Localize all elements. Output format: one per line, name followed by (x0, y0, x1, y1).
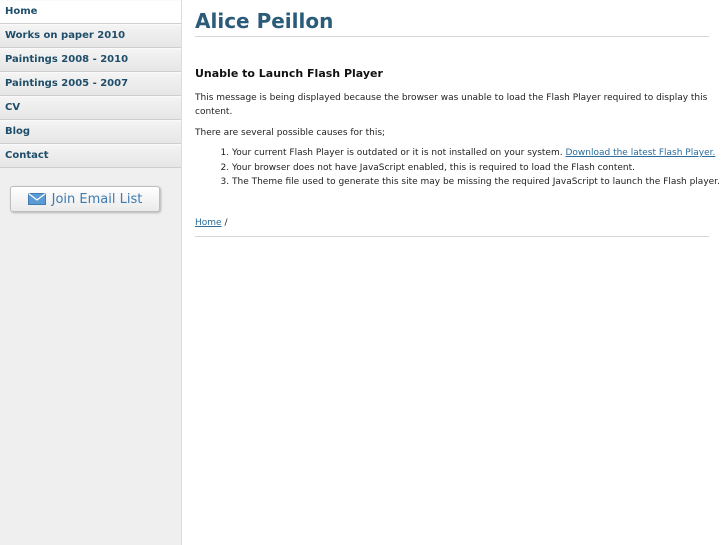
sidebar: Home Works on paper 2010 Paintings 2008 … (0, 0, 182, 545)
envelope-icon (27, 193, 46, 205)
download-flash-link[interactable]: Download the latest Flash Player. (565, 148, 715, 158)
causes-intro: There are several possible causes for th… (195, 128, 386, 138)
nav-item-home[interactable]: Home (0, 0, 181, 24)
cause-text: Your browser does not have JavaScript en… (232, 162, 636, 173)
join-email-list-label: Join Email List (51, 191, 143, 207)
page-title: Alice Peillon (195, 0, 709, 37)
nav-item-paintings-2005-2007[interactable]: Paintings 2005 - 2007 (0, 72, 181, 96)
cause-text: Your current Flash Player is outdated or… (232, 148, 566, 158)
breadcrumb: Home / (195, 218, 709, 237)
main-content: Alice Peillon Unable to Launch Flash Pla… (195, 0, 720, 237)
list-item: Your browser does not have JavaScript en… (232, 161, 709, 176)
list-item: The Theme file used to generate this sit… (232, 175, 720, 190)
breadcrumb-separator: / (221, 217, 228, 228)
join-email-list-button[interactable]: Join Email List (10, 186, 160, 212)
flash-error-heading: Unable to Launch Flash Player (195, 67, 383, 80)
cause-text: The Theme file used to generate this sit… (232, 177, 720, 187)
nav-item-blog[interactable]: Blog (0, 120, 181, 144)
causes-list: Your current Flash Player is outdated or… (195, 146, 720, 190)
nav-item-works-on-paper-2010[interactable]: Works on paper 2010 (0, 24, 181, 48)
breadcrumb-home-link[interactable]: Home (195, 218, 222, 228)
flash-error-message: This message is being displayed because … (195, 93, 708, 117)
list-item: Your current Flash Player is outdated or… (232, 146, 715, 161)
nav-item-paintings-2008-2010[interactable]: Paintings 2008 - 2010 (0, 48, 181, 72)
nav-item-cv[interactable]: CV (0, 96, 181, 120)
nav-item-contact[interactable]: Contact (0, 144, 181, 168)
